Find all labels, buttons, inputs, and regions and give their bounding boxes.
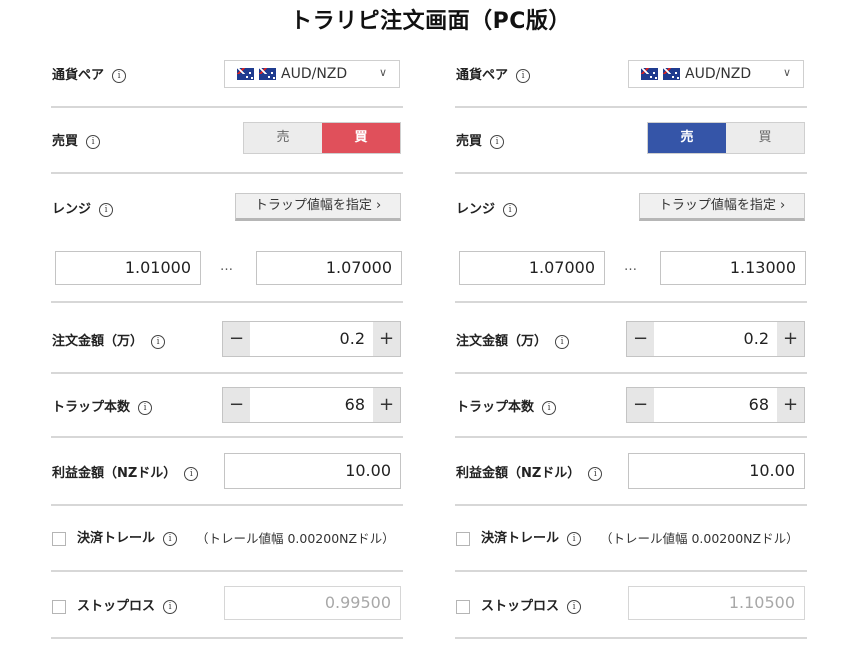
buy-button[interactable]: 買 — [322, 123, 400, 153]
info-icon[interactable]: i — [86, 134, 101, 149]
info-icon[interactable]: i — [490, 134, 505, 149]
info-icon[interactable]: i — [151, 334, 166, 349]
stop-loss-input[interactable]: 1.10500 — [628, 586, 805, 620]
info-icon[interactable]: i — [542, 400, 557, 415]
info-icon[interactable]: i — [163, 531, 178, 546]
info-icon[interactable]: i — [567, 531, 582, 546]
trail-width-note: （トレール値幅 0.00200NZドル） — [600, 531, 799, 546]
trap-width-button[interactable]: トラップ値幅を指定 › — [235, 193, 401, 221]
decrement-button[interactable]: − — [223, 388, 250, 422]
new-zealand-flag-icon — [663, 68, 680, 80]
divider — [51, 372, 403, 374]
range-label: レンジ i — [456, 198, 518, 217]
info-icon[interactable]: i — [112, 68, 127, 83]
trap-width-button[interactable]: トラップ値幅を指定 › — [639, 193, 805, 221]
order-amount-value[interactable]: 0.2 — [744, 322, 769, 356]
order-amount-stepper: − 0.2 + — [222, 321, 401, 357]
info-icon[interactable]: i — [588, 466, 603, 481]
info-icon[interactable]: i — [138, 400, 153, 415]
divider — [51, 504, 403, 506]
chevron-down-icon: ∨ — [782, 66, 791, 79]
divider — [51, 106, 403, 108]
trap-count-stepper: − 68 + — [222, 387, 401, 423]
info-icon[interactable]: i — [163, 599, 178, 614]
info-icon[interactable]: i — [516, 68, 531, 83]
buy-button[interactable]: 買 — [726, 123, 804, 153]
range-separator: … — [624, 259, 637, 274]
divider — [455, 570, 807, 572]
divider — [455, 301, 807, 303]
currency-pair-value: AUD/NZD — [685, 66, 752, 82]
stop-loss-label: ストップロス i — [52, 595, 178, 614]
stop-loss-input[interactable]: 0.99500 — [224, 586, 401, 620]
increment-button[interactable]: + — [777, 388, 804, 422]
divider — [455, 106, 807, 108]
decrement-button[interactable]: − — [627, 388, 654, 422]
profit-amount-label: 利益金額（NZドル） i — [52, 462, 199, 481]
range-high-input[interactable]: 1.13000 — [660, 251, 806, 285]
decrement-button[interactable]: − — [627, 322, 654, 356]
currency-pair-label: 通貨ペア i — [52, 64, 127, 83]
trail-width-note: （トレール値幅 0.00200NZドル） — [196, 531, 395, 546]
trap-count-label: トラップ本数 i — [52, 396, 153, 415]
trail-label: 決済トレール i — [456, 527, 582, 546]
decrement-button[interactable]: − — [223, 322, 250, 356]
new-zealand-flag-icon — [259, 68, 276, 80]
currency-pair-select[interactable]: AUD/NZD ∨ — [628, 60, 804, 88]
info-icon[interactable]: i — [503, 202, 518, 217]
buy-sell-toggle: 売 買 — [243, 122, 401, 154]
sell-button[interactable]: 売 — [244, 123, 322, 153]
trap-count-value[interactable]: 68 — [345, 388, 365, 422]
info-icon[interactable]: i — [99, 202, 114, 217]
range-separator: … — [220, 259, 233, 274]
divider — [455, 172, 807, 174]
stop-loss-label: ストップロス i — [456, 595, 582, 614]
info-icon[interactable]: i — [184, 466, 199, 481]
divider — [455, 372, 807, 374]
stop-loss-checkbox[interactable] — [52, 599, 66, 614]
divider — [455, 637, 807, 639]
sell-button[interactable]: 売 — [648, 123, 726, 153]
currency-pair-label: 通貨ペア i — [456, 64, 531, 83]
chevron-down-icon: ∨ — [378, 66, 387, 79]
trail-checkbox[interactable] — [52, 531, 66, 546]
divider — [51, 301, 403, 303]
increment-button[interactable]: + — [777, 322, 804, 356]
order-amount-label: 注文金額（万） i — [52, 330, 166, 349]
range-low-input[interactable]: 1.07000 — [459, 251, 605, 285]
australia-flag-icon — [237, 68, 254, 80]
profit-amount-input[interactable]: 10.00 — [628, 453, 805, 489]
currency-pair-select[interactable]: AUD/NZD ∨ — [224, 60, 400, 88]
divider — [455, 504, 807, 506]
order-amount-value[interactable]: 0.2 — [340, 322, 365, 356]
buy-sell-toggle: 売 買 — [647, 122, 805, 154]
increment-button[interactable]: + — [373, 388, 400, 422]
info-icon[interactable]: i — [555, 334, 570, 349]
trail-label: 決済トレール i — [52, 527, 178, 546]
divider — [51, 436, 403, 438]
divider — [455, 436, 807, 438]
increment-button[interactable]: + — [373, 322, 400, 356]
order-amount-stepper: − 0.2 + — [626, 321, 805, 357]
profit-amount-input[interactable]: 10.00 — [224, 453, 401, 489]
order-amount-label: 注文金額（万） i — [456, 330, 570, 349]
buy-sell-label: 売買 i — [52, 130, 101, 149]
info-icon[interactable]: i — [567, 599, 582, 614]
divider — [51, 570, 403, 572]
trap-count-stepper: − 68 + — [626, 387, 805, 423]
trap-count-label: トラップ本数 i — [456, 396, 557, 415]
profit-amount-label: 利益金額（NZドル） i — [456, 462, 603, 481]
trail-checkbox[interactable] — [456, 531, 470, 546]
range-low-input[interactable]: 1.01000 — [55, 251, 201, 285]
currency-pair-value: AUD/NZD — [281, 66, 348, 82]
buy-sell-label: 売買 i — [456, 130, 505, 149]
page-title: トラリピ注文画面（PC版） — [290, 9, 571, 34]
range-label: レンジ i — [52, 198, 114, 217]
australia-flag-icon — [641, 68, 658, 80]
stop-loss-checkbox[interactable] — [456, 599, 470, 614]
trap-count-value[interactable]: 68 — [749, 388, 769, 422]
range-high-input[interactable]: 1.07000 — [256, 251, 402, 285]
divider — [51, 172, 403, 174]
divider — [51, 637, 403, 639]
